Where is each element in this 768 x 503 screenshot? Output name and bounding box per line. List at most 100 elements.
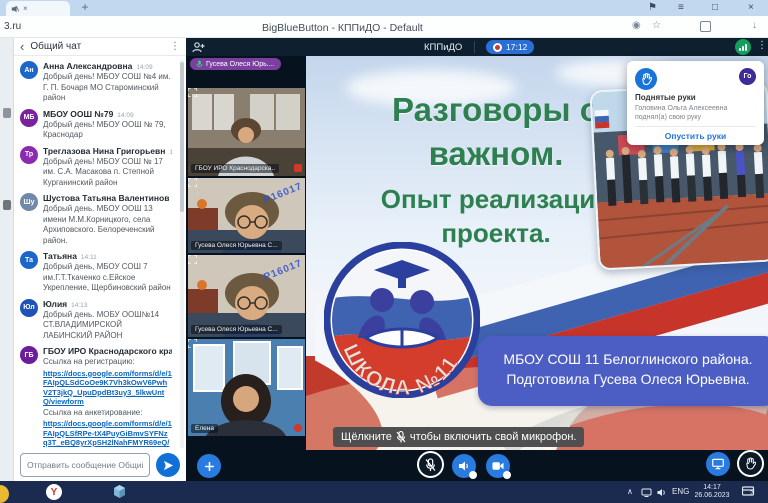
language-indicator[interactable]: ENG <box>672 487 689 496</box>
download-icon[interactable]: ↓ <box>752 20 757 31</box>
avatar: МБ <box>20 109 38 127</box>
chat-title: Общий чат <box>30 41 81 52</box>
raised-hands-notification: Го Поднятые руки Головина Ольга Алексеев… <box>627 61 764 145</box>
school-info-box: МБОУ СОШ 11 Белоглинского района. Подгот… <box>478 336 768 406</box>
screen: ⚑ ≡ □ × × + 3.ru BigBlueButton - КППиДО … <box>0 0 768 503</box>
sender-name: Шустова Татьяна Валентинов <box>43 193 169 203</box>
webcam-video <box>188 88 305 176</box>
webcam-tile[interactable]: Елена <box>188 339 305 436</box>
audio-button[interactable] <box>452 454 476 478</box>
bbb-header: КППиДО 17:12 ⋮ <box>186 38 768 56</box>
mic-muted-icon <box>425 458 436 472</box>
message-text: Добрый день, МБОУ СОШ 7 им.Г.Т.Ткаченко … <box>43 262 172 294</box>
send-message-button[interactable] <box>156 453 180 477</box>
chat-message: МБ МБОУ ООШ №79 14:09 Добрый день! МБОУ … <box>20 109 172 141</box>
chat-back-icon[interactable]: ‹ <box>20 42 24 52</box>
speaker-icon <box>458 460 470 472</box>
avatar: Шу <box>20 193 38 211</box>
paper-plane-icon <box>163 460 174 471</box>
chat-message-text: Ссылка на регистрацию: <box>43 357 172 368</box>
chat-message-text: Добрый день! МБОУ СОШ № 17 им. С.А. Маса… <box>43 157 172 189</box>
fullscreen-icon[interactable] <box>188 255 197 264</box>
window-close-icon[interactable]: × <box>748 1 754 15</box>
webcam-button[interactable] <box>486 454 510 478</box>
school-logo: ШКОЛА №11 <box>324 242 480 398</box>
url-fragment[interactable]: 3.ru <box>4 21 21 32</box>
connection-status-icon[interactable] <box>735 39 751 55</box>
window-flag-icon[interactable]: ⚑ <box>648 1 657 15</box>
webcam-user-label[interactable]: Гусева Олеся Юрьевна С... <box>191 241 282 250</box>
chat-message-text: Добрый день. МОБУ ООШ№14 СТ.ВЛАДИМИРСКОЙ… <box>43 310 172 342</box>
message-text: Добрый день! МБОУ СОШ № 17 им. С.А. Маса… <box>43 157 172 189</box>
network-icon[interactable] <box>641 488 652 497</box>
actions-plus-button[interactable] <box>197 454 221 478</box>
tab-close-icon[interactable]: × <box>23 4 28 13</box>
webcam-user-label[interactable]: Гусева Олеся Юрьевна С... <box>191 325 282 334</box>
message-time: 14:09 <box>136 64 152 71</box>
webcam-user-label[interactable]: ГБОУ ИРО Краснодарска.. <box>191 164 279 173</box>
camera-icon <box>492 461 504 471</box>
webcam-user-label[interactable]: Елена <box>191 424 218 433</box>
chat-message-list[interactable]: Ан Анна Александровна 14:09 Добрый день!… <box>20 61 172 447</box>
chat-message: Тр Треглазова Нина Григорьевн 14:09 Добр… <box>20 146 172 189</box>
bookmark-icon[interactable]: ☆ <box>652 20 661 31</box>
chat-link[interactable]: https://docs.google.com/forms/d/e/1FAIpQ… <box>43 419 172 447</box>
fullscreen-icon[interactable] <box>188 178 197 187</box>
unmute-microphone-button[interactable] <box>417 451 444 478</box>
yandex-browser-icon[interactable]: Y <box>46 484 62 500</box>
tray-chevron-icon[interactable]: ∧ <box>627 487 633 496</box>
window-restore-icon[interactable]: □ <box>712 1 718 15</box>
message-time: 14:13 <box>71 302 87 309</box>
browser-tab[interactable]: × <box>6 1 70 16</box>
notification-body: Головина Ольга Алексеевна поднял(а) свою… <box>635 104 756 122</box>
lower-hands-button[interactable]: Опустить руки <box>635 127 756 145</box>
manage-users-icon[interactable] <box>192 41 205 53</box>
audio-active-badge <box>469 471 477 479</box>
mic-on-icon <box>196 60 203 68</box>
recording-time: 17:12 <box>506 42 527 52</box>
avatar: Ан <box>20 61 38 79</box>
webcam-tile[interactable]: Р16017 Гусева Олеся Юрьевна С... <box>188 178 305 253</box>
window-menu-icon[interactable]: ≡ <box>678 1 684 15</box>
notification-count: 2 <box>750 491 753 497</box>
volume-icon[interactable] <box>657 488 667 497</box>
userlist-edge-mark <box>3 200 11 210</box>
browser-tab-strip: ⚑ ≡ □ × <box>0 0 768 16</box>
chat-scrollbar-thumb[interactable] <box>180 62 184 212</box>
avatar: Юл <box>20 299 38 317</box>
chat-message: Юл Юлия 14:13 Добрый день. МОБУ ООШ№14 С… <box>20 299 172 342</box>
raise-hand-button[interactable] <box>737 450 764 477</box>
avatar: Го <box>739 68 756 85</box>
chat-menu-icon[interactable]: ⋮ <box>170 41 180 52</box>
collapsed-userlist-strip[interactable] <box>0 38 14 481</box>
chat-message: Ан Анна Александровна 14:09 Добрый день!… <box>20 61 172 104</box>
chat-message: Та Татьяна 14:11 Добрый день, МБОУ СОШ 7… <box>20 251 172 294</box>
message-time: 14:09 <box>117 112 133 119</box>
taskbar-cube-icon[interactable] <box>112 484 127 499</box>
chat-link[interactable]: https://docs.google.com/forms/d/e/1FAIpQ… <box>43 369 172 407</box>
message-text: Добрый день. МБОУ ООШ 13 имени М.М.Корни… <box>43 204 172 246</box>
camera-extension-icon[interactable]: ◉ <box>632 20 641 31</box>
sender-name: Анна Александровна <box>43 61 132 71</box>
webcam-video <box>188 339 305 436</box>
recording-badge <box>294 164 302 172</box>
screenshare-button[interactable] <box>706 452 730 476</box>
chat-input-row <box>20 452 180 478</box>
talking-indicator[interactable]: Гусева Олеся Юрь.... <box>190 58 281 70</box>
options-menu-icon[interactable]: ⋮ <box>757 40 767 51</box>
fullscreen-icon[interactable] <box>188 339 197 348</box>
webcam-tile[interactable]: ГБОУ ИРО Краснодарска.. <box>188 88 305 176</box>
recording-badge <box>294 424 302 432</box>
taskbar-clock[interactable]: 14:17 26.06.2023 <box>694 484 730 500</box>
chat-message-input[interactable] <box>20 453 150 477</box>
mic-muted-icon <box>396 431 406 443</box>
new-tab-button[interactable]: + <box>78 0 92 14</box>
webcam-tile[interactable]: Р16017 Гусева Олеся Юрьевна С... <box>188 255 305 337</box>
notifications-tray-icon[interactable]: 2 <box>742 485 755 503</box>
recording-indicator[interactable]: 17:12 <box>486 40 534 54</box>
translate-icon[interactable] <box>700 21 711 32</box>
fullscreen-icon[interactable] <box>188 88 197 97</box>
chat-header: ‹ Общий чат ⋮ <box>14 38 186 56</box>
message-text: Добрый день. МОБУ ООШ№14 СТ.ВЛАДИМИРСКОЙ… <box>43 310 172 342</box>
monitor-icon <box>712 458 724 470</box>
